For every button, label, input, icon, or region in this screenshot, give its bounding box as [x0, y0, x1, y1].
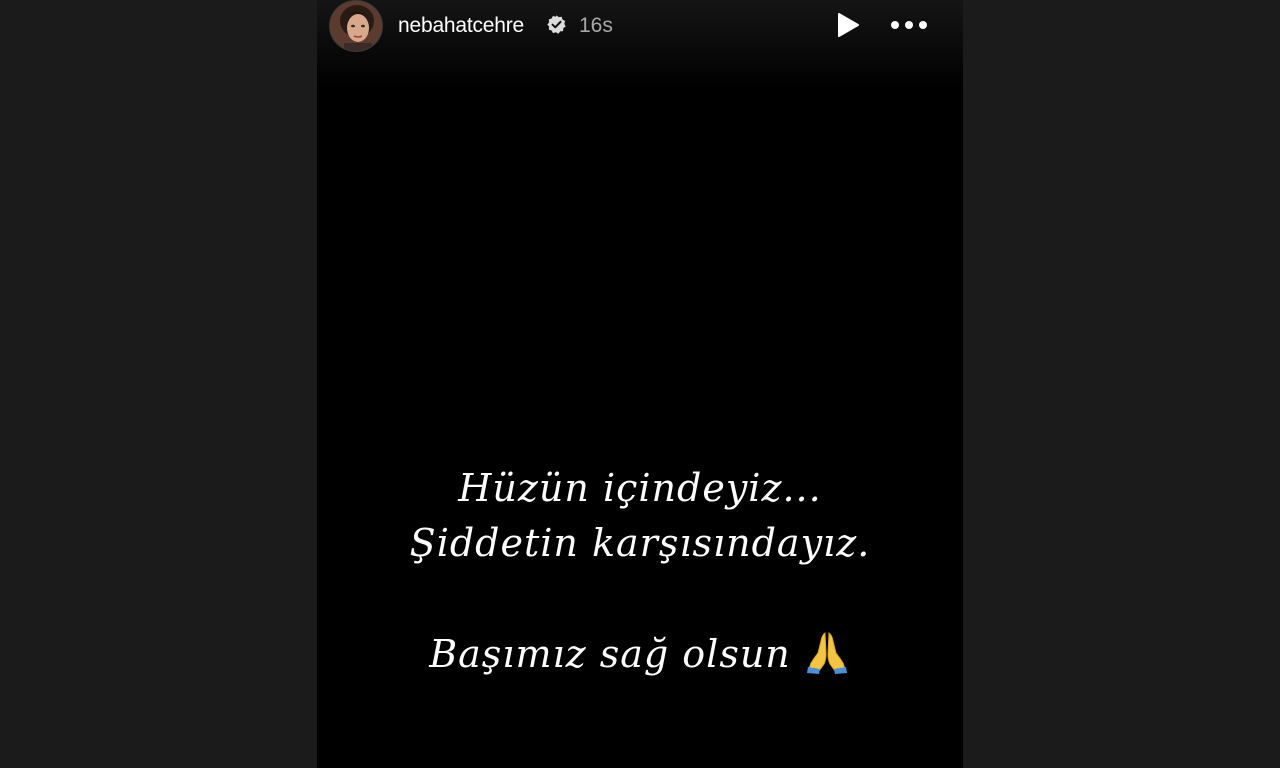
story-text-line-3: Başımız sağ olsun [317, 627, 963, 676]
avatar-photo [330, 1, 382, 51]
verified-badge-icon [546, 14, 567, 35]
username[interactable]: nebahatcehre [398, 14, 524, 38]
post-timestamp: 16s [579, 14, 613, 37]
page: nebahatcehre 16s Hüzün içindeyiz... Şidd… [0, 0, 1280, 768]
story-text-line-3-label: Başımız sağ olsun [429, 632, 791, 676]
story-viewer[interactable]: nebahatcehre 16s Hüzün içindeyiz... Şidd… [317, 0, 963, 768]
more-options-button[interactable] [889, 13, 929, 37]
avatar[interactable] [329, 0, 383, 52]
play-button[interactable] [833, 11, 863, 39]
story-text-line-1: Hüzün içindeyiz... [458, 466, 822, 510]
story-header: nebahatcehre 16s [317, 0, 963, 90]
play-icon [838, 13, 859, 37]
story-text-line-2: Şiddetin karşısındayız. [409, 521, 871, 565]
folded-hands-icon [803, 627, 851, 675]
more-horizontal-icon [891, 21, 927, 29]
